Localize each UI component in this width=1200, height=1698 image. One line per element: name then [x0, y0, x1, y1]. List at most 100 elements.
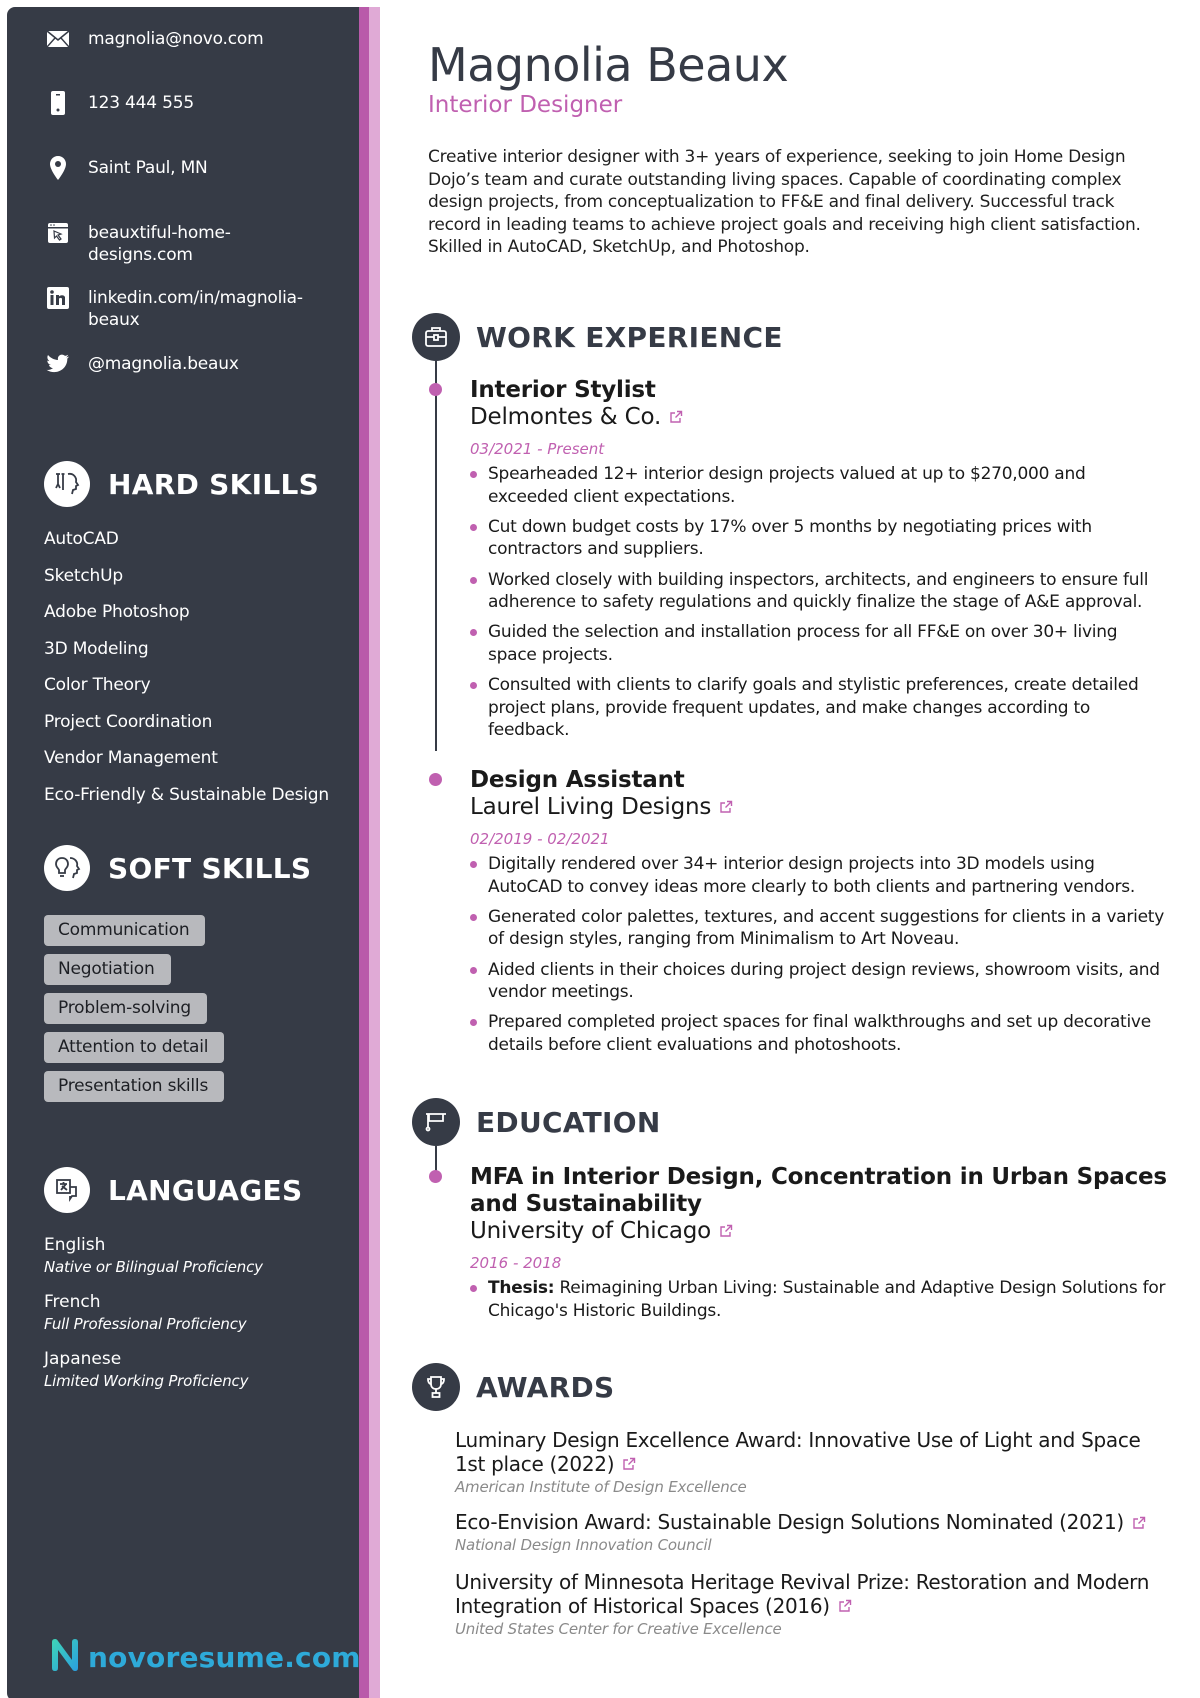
graduation-cap-icon: [412, 1098, 460, 1146]
hard-skill-item: Adobe Photoshop: [44, 602, 190, 622]
award-item: University of Minnesota Heritage Revival…: [455, 1570, 1155, 1639]
job-company[interactable]: Delmontes & Co.: [470, 404, 1170, 431]
external-link-icon[interactable]: [719, 794, 733, 821]
language-item: Japanese Limited Working Proficiency: [44, 1348, 263, 1392]
hard-skill-item: Color Theory: [44, 675, 151, 695]
soft-skill-chip: Negotiation: [44, 954, 171, 985]
hard-skill-item: 3D Modeling: [44, 638, 149, 659]
bullet-item: Thesis: Reimagining Urban Living: Sustai…: [470, 1277, 1170, 1322]
awards-title: AWARDS: [476, 1370, 615, 1404]
soft-skill-chip: Attention to detail: [44, 1032, 225, 1063]
job-entry: Interior Stylist Delmontes & Co. 03/2021…: [470, 377, 1170, 750]
bullet-item: Consulted with clients to clarify goals …: [470, 674, 1170, 742]
tools-head-icon: [44, 461, 90, 507]
external-link-icon[interactable]: [719, 1218, 733, 1245]
hard-skills-title: HARD SKILLS: [108, 467, 320, 501]
external-link-icon[interactable]: [669, 404, 683, 431]
bullet-item: Generated color palettes, textures, and …: [470, 906, 1170, 951]
language-name: English: [44, 1235, 106, 1255]
contact-phone[interactable]: 123 444 555: [44, 89, 194, 117]
job-dates: 02/2019 - 02/2021: [470, 830, 610, 848]
job-company-text: Laurel Living Designs: [470, 794, 712, 820]
contact-email[interactable]: magnolia@novo.com: [44, 25, 264, 53]
languages-heading: LANGUAGES: [44, 1167, 302, 1213]
lightbulb-head-icon: [44, 845, 90, 891]
summary: Creative interior designer with 3+ years…: [428, 147, 1141, 258]
school-name[interactable]: University of Chicago: [470, 1218, 1170, 1245]
work-experience-title: WORK EXPERIENCE: [476, 320, 783, 354]
soft-skill-chip: Communication: [44, 915, 206, 946]
bullet-item: Worked closely with building inspectors,…: [470, 569, 1170, 614]
accent-stripe-light: [369, 7, 380, 1698]
contact-phone-text: 123 444 555: [88, 93, 194, 113]
soft-skills-list: Communication Negotiation Problem-solvin…: [44, 915, 225, 1110]
contact-twitter[interactable]: @magnolia.beaux: [44, 353, 239, 378]
soft-skill-chip: Presentation skills: [44, 1071, 225, 1102]
soft-skills-heading: SOFT SKILLS: [44, 845, 311, 891]
education-heading: EDUCATION: [412, 1098, 661, 1146]
contact-location[interactable]: Saint Paul, MN: [44, 154, 208, 182]
contact-location-text: Saint Paul, MN: [88, 158, 208, 178]
external-link-icon[interactable]: [622, 1453, 636, 1477]
brand-logo[interactable]: novoresume.com: [50, 1638, 361, 1676]
job-bullets: Spearheaded 12+ interior design projects…: [470, 463, 1170, 742]
contact-website[interactable]: beauxtiful-home-designs.com: [44, 222, 304, 266]
envelope-icon: [44, 25, 72, 53]
hard-skills-heading: HARD SKILLS: [44, 461, 319, 507]
location-pin-icon: [44, 154, 72, 182]
job-company[interactable]: Laurel Living Designs: [470, 794, 1170, 821]
bullet-item: Spearheaded 12+ interior design projects…: [470, 463, 1170, 508]
award-title[interactable]: Luminary Design Excellence Award: Innova…: [455, 1428, 1155, 1477]
job-role: Interior Stylist: [470, 377, 656, 403]
award-title[interactable]: Eco-Envision Award: Sustainable Design S…: [455, 1510, 1155, 1536]
soft-skills-title: SOFT SKILLS: [108, 851, 312, 885]
hard-skill-item: Project Coordination: [44, 711, 213, 732]
linkedin-icon: [44, 284, 72, 312]
bullet-item: Prepared completed project spaces for fi…: [470, 1011, 1170, 1056]
phone-icon: [44, 89, 72, 117]
briefcase-icon: [412, 313, 460, 361]
language-item: French Full Professional Proficiency: [44, 1291, 263, 1335]
contact-twitter-text: @magnolia.beaux: [88, 354, 239, 374]
brand-text: novoresume.com: [88, 1640, 361, 1674]
hard-skill-item: SketchUp: [44, 565, 123, 586]
education-entry: MFA in Interior Design, Concentration in…: [470, 1164, 1170, 1330]
trophy-icon: [412, 1363, 460, 1411]
soft-skill-chip: Problem-solving: [44, 993, 207, 1024]
language-level: Limited Working Proficiency: [44, 1372, 249, 1390]
job-entry: Design Assistant Laurel Living Designs 0…: [470, 767, 1170, 1064]
school-name-text: University of Chicago: [470, 1218, 712, 1244]
degree-title: MFA in Interior Design, Concentration in…: [470, 1164, 1167, 1217]
language-item: English Native or Bilingual Proficiency: [44, 1234, 263, 1278]
bullet-item: Digitally rendered over 34+ interior des…: [470, 853, 1170, 898]
award-organization: National Design Innovation Council: [455, 1536, 712, 1555]
award-title[interactable]: University of Minnesota Heritage Revival…: [455, 1570, 1155, 1619]
timeline-dot: [429, 383, 442, 396]
candidate-name: Magnolia Beaux: [428, 38, 789, 92]
timeline-dot: [429, 1170, 442, 1183]
hard-skill-item: Eco-Friendly & Sustainable Design: [44, 784, 329, 805]
website-icon: [44, 219, 72, 247]
languages-list: English Native or Bilingual Proficiency …: [44, 1234, 263, 1405]
awards-heading: AWARDS: [412, 1363, 614, 1411]
award-organization: American Institute of Design Excellence: [455, 1477, 747, 1496]
work-experience-heading: WORK EXPERIENCE: [412, 313, 783, 361]
job-bullets: Digitally rendered over 34+ interior des…: [470, 853, 1170, 1057]
contact-linkedin[interactable]: linkedin.com/in/magnolia-beaux: [44, 287, 324, 331]
education-title: EDUCATION: [476, 1105, 661, 1139]
bullet-item: Cut down budget costs by 17% over 5 mont…: [470, 516, 1170, 561]
language-name: French: [44, 1292, 101, 1312]
contact-linkedin-text: linkedin.com/in/magnolia-beaux: [88, 288, 303, 330]
external-link-icon[interactable]: [838, 1595, 852, 1619]
languages-title: LANGUAGES: [108, 1173, 303, 1207]
education-dates: 2016 - 2018: [470, 1254, 562, 1272]
external-link-icon[interactable]: [1132, 1512, 1146, 1536]
award-organization: United States Center for Creative Excell…: [455, 1619, 782, 1638]
job-company-text: Delmontes & Co.: [470, 404, 662, 430]
language-level: Full Professional Proficiency: [44, 1315, 247, 1333]
candidate-title: Interior Designer: [428, 92, 623, 118]
bullet-item: Guided the selection and installation pr…: [470, 621, 1170, 666]
translate-icon: [44, 1167, 90, 1213]
hard-skill-item: AutoCAD: [44, 529, 119, 549]
language-level: Native or Bilingual Proficiency: [44, 1258, 263, 1276]
